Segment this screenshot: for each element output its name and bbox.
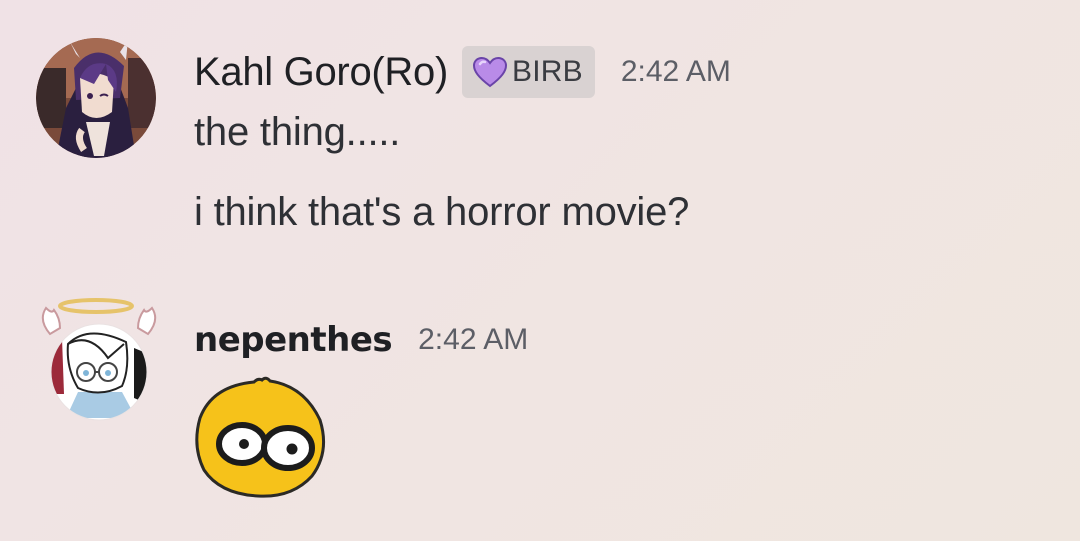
message-group-kahl: Kahl Goro(Ro) BIRB 2:42 AM the thing....… xyxy=(0,0,1080,260)
message-text: the thing..... xyxy=(194,110,401,154)
message-header: Kahl Goro(Ro) BIRB 2:42 AM xyxy=(194,44,731,100)
avatar[interactable] xyxy=(36,38,156,158)
avatar[interactable] xyxy=(38,298,157,421)
role-tag[interactable]: BIRB xyxy=(461,46,595,98)
message-group-nepenthes: nepenthes 2:42 AM xyxy=(0,270,1080,541)
message-text: i think that's a horror movie? xyxy=(194,190,690,234)
role-tag-label: BIRB xyxy=(511,55,583,88)
timestamp[interactable]: 2:42 AM xyxy=(418,323,528,357)
timestamp[interactable]: 2:42 AM xyxy=(621,55,731,89)
username[interactable]: Kahl Goro(Ro) xyxy=(194,50,448,95)
message-header: nepenthes 2:42 AM xyxy=(194,312,528,368)
user-avatar-icon xyxy=(36,38,156,158)
purple-heart-icon xyxy=(472,56,507,88)
username[interactable]: nepenthes xyxy=(194,320,393,360)
user-avatar-icon xyxy=(41,298,157,421)
wide-eyed-yellow-face-emoji[interactable] xyxy=(192,372,332,502)
